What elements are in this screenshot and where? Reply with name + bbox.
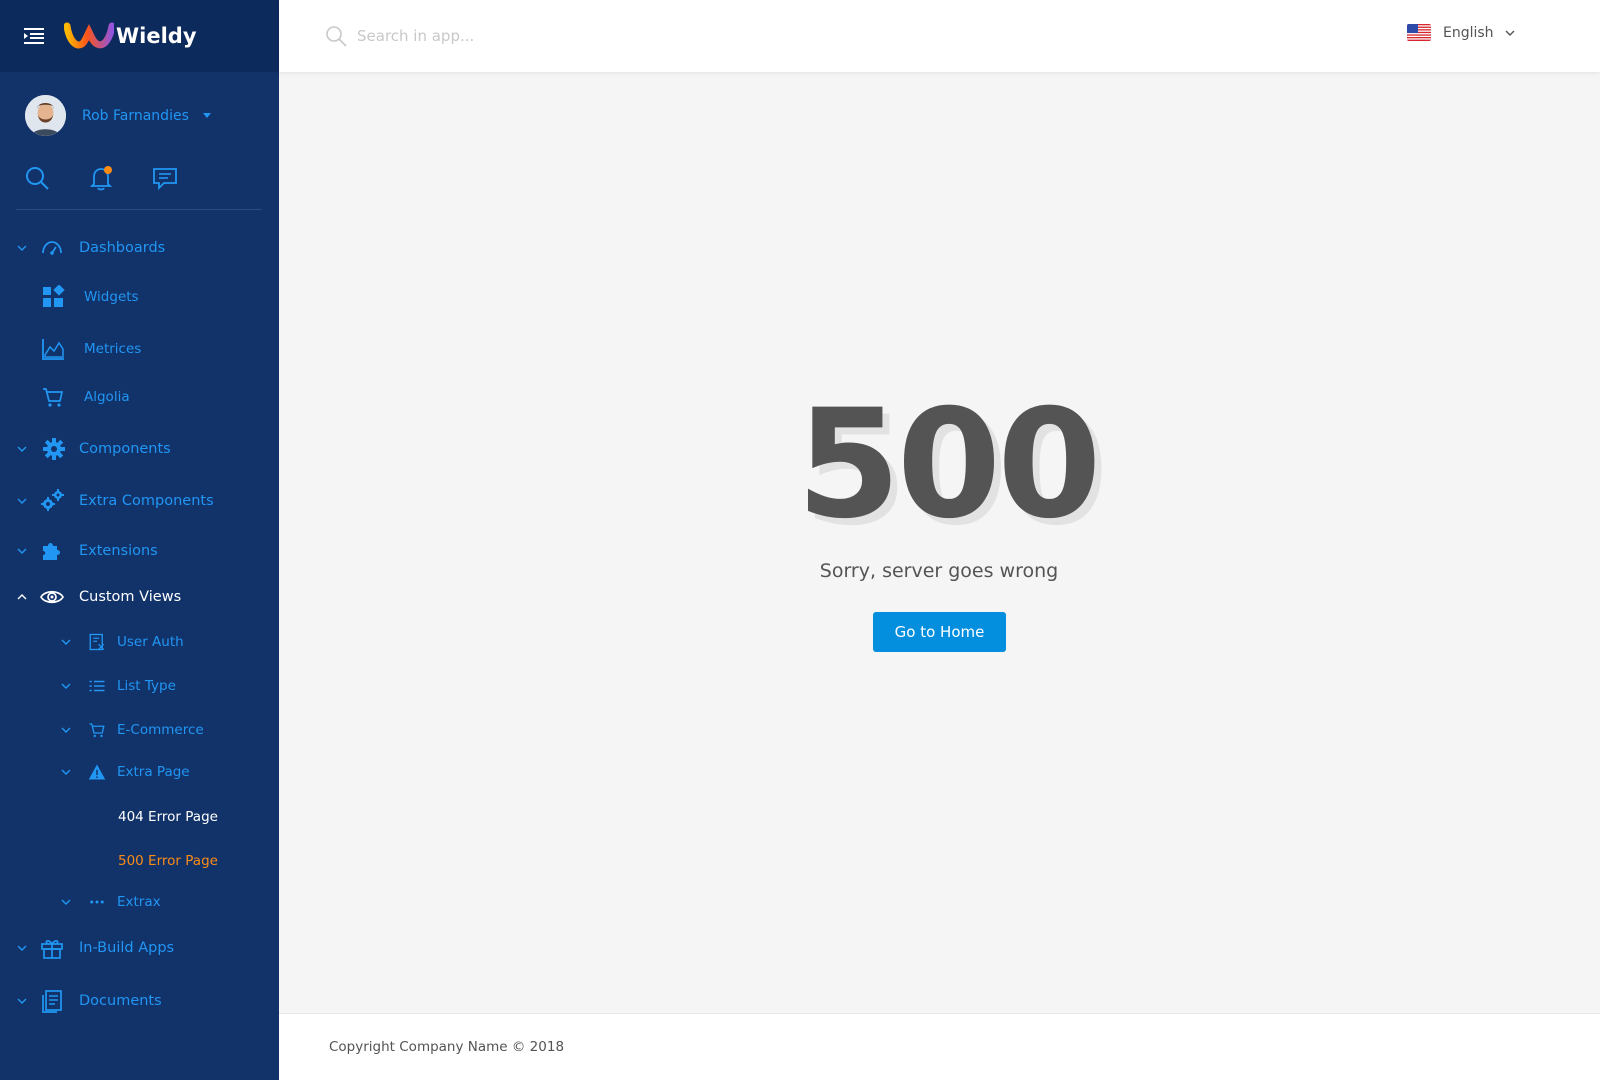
avatar[interactable]	[25, 95, 66, 136]
area-chart-icon	[42, 339, 64, 360]
nav-metrices-label: Metrices	[84, 341, 142, 357]
chevron-down-icon	[61, 769, 71, 775]
nav-list-type-label: List Type	[117, 678, 176, 694]
copyright-text: Copyright Company Name © 2018	[329, 1039, 565, 1055]
wieldy-logo-icon	[64, 22, 114, 49]
gear-icon	[43, 438, 65, 460]
nav-algolia-label: Algolia	[84, 389, 130, 405]
chevron-down-icon	[61, 727, 71, 733]
nav-extra-page-label: Extra Page	[117, 764, 190, 780]
chevron-down-icon	[61, 683, 71, 689]
warning-triangle-icon	[88, 764, 106, 780]
sidebar-divider	[16, 209, 262, 210]
chevron-down-icon	[17, 245, 27, 251]
nav-widgets-label: Widgets	[84, 289, 139, 305]
chevron-down-icon	[17, 548, 27, 554]
chevron-down-icon	[17, 998, 27, 1004]
nav-inbuild-apps-label: In-Build Apps	[79, 940, 175, 956]
error-code: 500 500	[796, 390, 1108, 540]
top-header: English	[279, 0, 1600, 72]
chevron-down-icon	[17, 945, 27, 951]
language-label[interactable]: English	[1443, 25, 1494, 41]
eye-icon	[40, 590, 64, 604]
brand-name: Wieldy	[116, 24, 197, 48]
nav-500-error-page-label: 500 Error Page	[118, 853, 218, 869]
nav-custom-views-label: Custom Views	[79, 589, 182, 605]
chat-icon[interactable]	[152, 165, 178, 191]
chevron-up-icon	[17, 594, 27, 600]
nav-extrax-label: Extrax	[117, 894, 161, 910]
notification-dot	[104, 166, 112, 174]
error-code-text: 500	[796, 390, 1097, 540]
caret-down-icon[interactable]	[202, 113, 211, 118]
chevron-down-icon	[17, 446, 27, 452]
menu-fold-icon[interactable]	[24, 27, 46, 45]
nav-documents-label: Documents	[79, 993, 162, 1009]
nav-dashboards-label: Dashboards	[79, 240, 166, 256]
chevron-down-icon	[61, 899, 71, 905]
ellipsis-icon	[90, 900, 104, 904]
gears-icon	[41, 489, 64, 511]
shopping-cart-icon	[43, 388, 64, 407]
error-message: Sorry, server goes wrong	[819, 560, 1059, 582]
auth-form-icon	[89, 633, 105, 651]
nav-404-error-page-label: 404 Error Page	[118, 809, 218, 825]
sidebar: Wieldy Rob Farnandies Dashboards Widgets…	[0, 0, 279, 1080]
puzzle-icon	[43, 543, 60, 560]
chevron-down-icon	[17, 498, 27, 504]
list-icon	[89, 680, 105, 692]
chevron-down-icon[interactable]	[1504, 27, 1516, 39]
nav-extra-components-label: Extra Components	[79, 493, 214, 509]
user-name[interactable]: Rob Farnandies	[82, 108, 189, 124]
dashboard-gauge-icon	[42, 241, 62, 255]
footer: Copyright Company Name © 2018	[279, 1013, 1600, 1080]
sidebar-header: Wieldy	[0, 0, 279, 72]
user-profile[interactable]: Rob Farnandies	[25, 95, 211, 136]
search-icon[interactable]	[325, 25, 347, 47]
us-flag-icon	[1407, 24, 1431, 41]
documents-icon	[42, 990, 62, 1013]
nav-user-auth-label: User Auth	[117, 634, 184, 650]
sidebar-quick-actions	[24, 165, 216, 191]
go-to-home-button[interactable]: Go to Home	[873, 612, 1006, 652]
search-icon[interactable]	[24, 165, 50, 191]
language-selector[interactable]: English	[1407, 24, 1516, 41]
gift-icon	[41, 939, 63, 959]
chevron-down-icon	[61, 639, 71, 645]
search-input[interactable]	[357, 20, 757, 52]
brand-logo[interactable]: Wieldy	[64, 22, 197, 50]
widgets-icon	[43, 285, 65, 307]
nav-extensions-label: Extensions	[79, 543, 158, 559]
nav-ecommerce-label: E-Commerce	[117, 722, 204, 738]
nav-components-label: Components	[79, 441, 171, 457]
shopping-cart-icon	[89, 723, 105, 738]
bell-icon[interactable]	[88, 165, 114, 191]
